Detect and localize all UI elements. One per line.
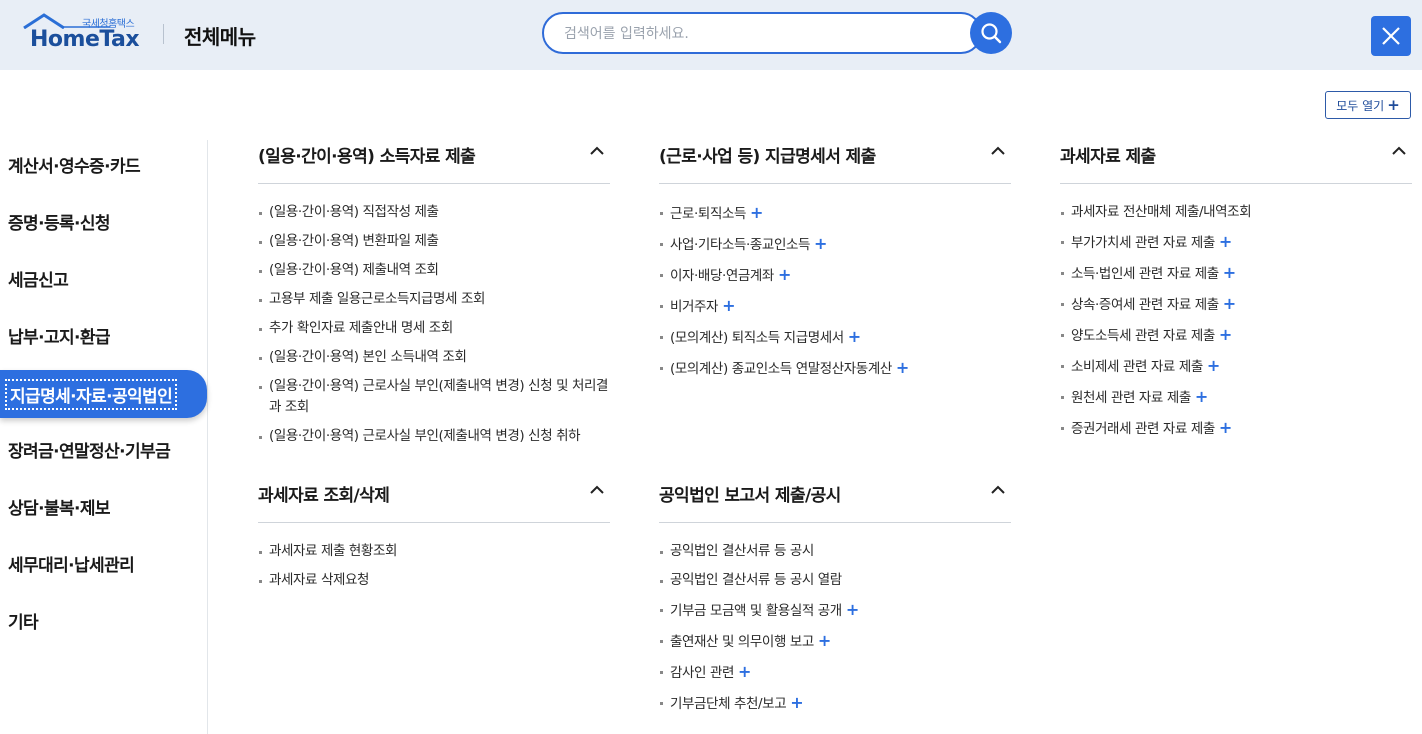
sidebar-item-consult[interactable]: 상담·불복·제보 [0,484,207,528]
plus-icon[interactable]: + [738,662,751,681]
list-item[interactable]: 양도소득세 관련 자료 제출 + [1060,324,1412,347]
section-title: (근로·사업 등) 지급명세서 제출 [659,147,876,167]
plus-icon[interactable]: + [818,631,831,650]
section-header[interactable]: (근로·사업 등) 지급명세서 제출 [659,140,1011,184]
list-item[interactable]: 출연재산 및 의무이행 보고 + [659,630,1011,653]
list-item[interactable]: 공익법인 결산서류 등 공시 [659,541,1011,562]
list-item[interactable]: (모의계산) 퇴직소득 지급명세서 + [659,326,1011,349]
section-tax-data-query: 과세자료 조회/삭제 과세자료 제출 현황조회 과세자료 삭제요청 [258,479,610,599]
plus-icon[interactable]: + [814,234,827,253]
plus-icon[interactable]: + [1219,418,1232,437]
section-header[interactable]: 과세자료 조회/삭제 [258,479,610,523]
section-title: 공익법인 보고서 제출/공시 [659,486,841,506]
plus-icon[interactable]: + [896,358,909,377]
page-title: 전체메뉴 [184,25,256,49]
chevron-up-icon [991,146,1005,155]
section-public-interest: 공익법인 보고서 제출/공시 공익법인 결산서류 등 공시 공익법인 결산서류 … [659,479,1011,723]
hometax-logo[interactable]: 국세청홈택스 HomeTax [22,13,142,53]
chevron-up-icon [991,485,1005,494]
plus-icon[interactable]: + [1223,294,1236,313]
sidebar-item-incentive[interactable]: 장려금·연말정산·기부금 [0,427,207,471]
header-divider [163,24,164,44]
plus-icon[interactable]: + [778,265,791,284]
list-item[interactable]: 이자·배당·연금계좌 + [659,264,1011,287]
list-item[interactable]: 소득·법인세 관련 자료 제출 + [1060,262,1412,285]
chevron-up-icon [1392,146,1406,155]
plus-icon[interactable]: + [722,296,735,315]
list-item[interactable]: 추가 확인자료 제출안내 명세 조회 [258,318,610,339]
plus-icon[interactable]: + [848,327,861,346]
plus-icon[interactable]: + [1207,356,1220,375]
plus-icon[interactable]: + [1219,325,1232,344]
list-item[interactable]: (일용·간이·용역) 근로사실 부인(제출내역 변경) 신청 취하 [258,426,610,447]
section-income-data: (일용·간이·용역) 소득자료 제출 (일용·간이·용역) 직접작성 제출 (일… [258,140,610,455]
section-payment-statement: (근로·사업 등) 지급명세서 제출 근로·퇴직소득 + 사업·기타소득·종교인소… [659,140,1011,388]
list-item[interactable]: 비거주자 + [659,295,1011,318]
plus-icon[interactable]: + [1219,232,1232,251]
section-title: (일용·간이·용역) 소득자료 제출 [258,147,476,167]
list-item[interactable]: 증권거래세 관련 자료 제출 + [1060,417,1412,440]
plus-icon[interactable]: + [750,203,763,222]
search-box [542,12,982,54]
list-item[interactable]: 공익법인 결산서류 등 공시 열람 [659,570,1011,591]
expand-all-button[interactable]: 모두 열기 + [1325,91,1411,119]
list-item[interactable]: 감사인 관련 + [659,661,1011,684]
search-input[interactable] [564,23,954,45]
close-menu-button[interactable] [1371,16,1411,56]
list-item[interactable]: (모의계산) 종교인소득 연말정산자동계산 + [659,357,1011,380]
section-header[interactable]: 과세자료 제출 [1060,140,1412,184]
sidebar-item-certificate[interactable]: 증명·등록·신청 [0,199,207,243]
top-header: 국세청홈택스 HomeTax 전체메뉴 [0,0,1422,70]
expand-all-label: 모두 열기 [1336,98,1385,113]
list-item[interactable]: 기부금단체 추천/보고 + [659,692,1011,715]
list-item[interactable]: (일용·간이·용역) 변환파일 제출 [258,231,610,252]
section-header[interactable]: (일용·간이·용역) 소득자료 제출 [258,140,610,184]
list-item[interactable]: (일용·간이·용역) 제출내역 조회 [258,260,610,281]
section-header[interactable]: 공익법인 보고서 제출/공시 [659,479,1011,523]
list-item[interactable]: 과세자료 전산매체 제출/내역조회 [1060,202,1412,223]
list-item[interactable]: 기부금 모금액 및 활용실적 공개 + [659,599,1011,622]
plus-icon[interactable]: + [1195,387,1208,406]
sidebar-item-payment-statement[interactable]: 지급명세·자료·공익법인 [0,370,207,418]
section-tax-data-submit: 과세자료 제출 과세자료 전산매체 제출/내역조회 부가가치세 관련 자료 제출… [1060,140,1412,448]
list-item[interactable]: 과세자료 제출 현황조회 [258,541,610,562]
search-icon [981,23,1002,44]
plus-icon[interactable]: + [790,693,803,712]
list-item[interactable]: 근로·퇴직소득 + [659,202,1011,225]
close-icon [1382,27,1400,45]
list-item[interactable]: (일용·간이·용역) 근로사실 부인(제출내역 변경) 신청 및 처리결과 조회 [258,376,610,418]
list-item[interactable]: 원천세 관련 자료 제출 + [1060,386,1412,409]
list-item[interactable]: (일용·간이·용역) 본인 소득내역 조회 [258,347,610,368]
plus-icon: + [1387,95,1400,114]
sidebar-item-etc[interactable]: 기타 [0,598,207,642]
logo-text: HomeTax [30,27,140,52]
list-item[interactable]: 과세자료 삭제요청 [258,570,610,591]
list-item[interactable]: 고용부 제출 일용근로소득지급명세 조회 [258,289,610,310]
chevron-up-icon [590,146,604,155]
section-title: 과세자료 제출 [1060,147,1156,167]
list-item[interactable]: (일용·간이·용역) 직접작성 제출 [258,202,610,223]
sidebar-item-payment[interactable]: 납부·고지·환급 [0,313,207,357]
sidebar-item-tax-report[interactable]: 세금신고 [0,256,207,300]
sidebar-item-tax-agent[interactable]: 세무대리·납세관리 [0,541,207,585]
list-item[interactable]: 소비제세 관련 자료 제출 + [1060,355,1412,378]
plus-icon[interactable]: + [1223,263,1236,282]
list-item[interactable]: 상속·증여세 관련 자료 제출 + [1060,293,1412,316]
list-item[interactable]: 부가가치세 관련 자료 제출 + [1060,231,1412,254]
plus-icon[interactable]: + [846,600,859,619]
category-sidebar: 계산서·영수증·카드 증명·등록·신청 세금신고 납부·고지·환급 지급명세·자… [0,140,208,734]
sidebar-item-invoice[interactable]: 계산서·영수증·카드 [0,142,207,186]
chevron-up-icon [590,485,604,494]
section-title: 과세자료 조회/삭제 [258,486,390,506]
list-item[interactable]: 사업·기타소득·종교인소득 + [659,233,1011,256]
search-button[interactable] [970,12,1012,54]
